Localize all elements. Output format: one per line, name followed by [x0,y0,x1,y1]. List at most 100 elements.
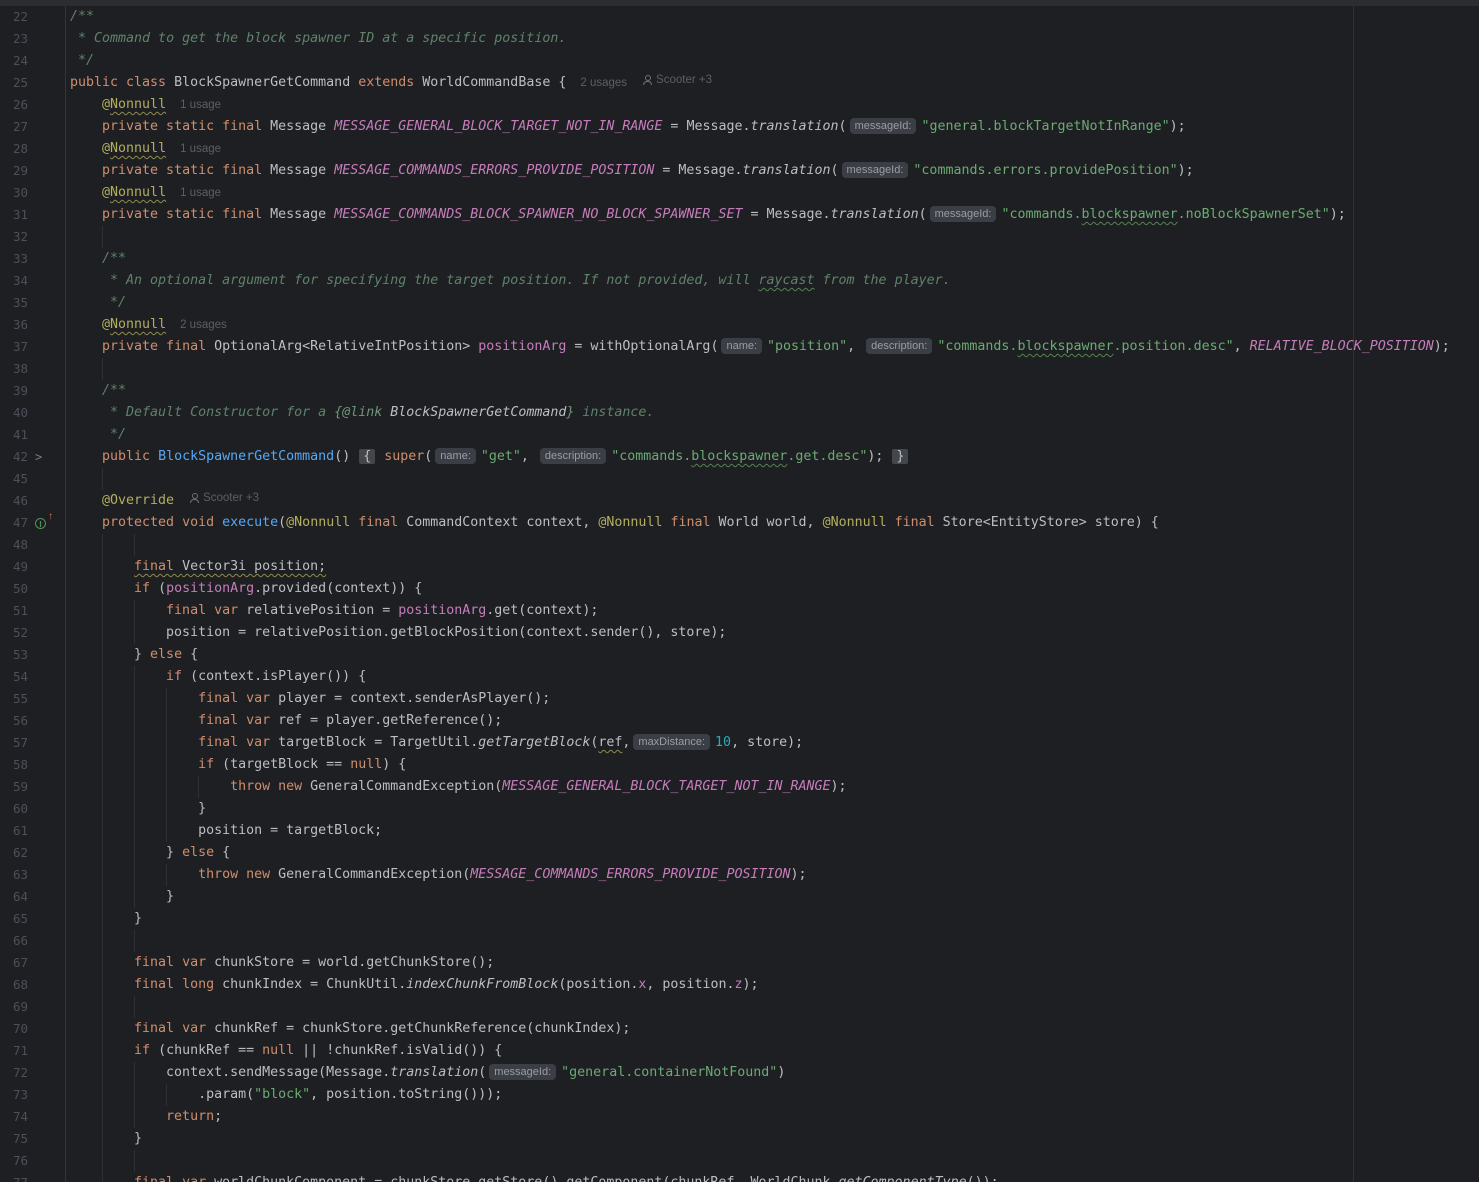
indent-guide [70,688,102,710]
indent-guide [134,930,166,952]
code-line[interactable]: 32 [0,226,1479,248]
code-line[interactable]: 61 position = targetBlock; [0,820,1479,842]
code-line[interactable]: 28 @Nonnull1 usage [0,138,1479,160]
code-line[interactable]: 52 position = relativePosition.getBlockP… [0,622,1479,644]
code-line[interactable]: 24 */ [0,50,1479,72]
overriding-method-icon[interactable]: I↑ [35,515,52,532]
code-line[interactable]: 25public class BlockSpawnerGetCommand ex… [0,72,1479,94]
gutter: 26 [0,94,66,116]
line-number: 23 [0,28,28,50]
line-number: 38 [0,358,28,380]
code-line[interactable]: 53 } else { [0,644,1479,666]
code-line[interactable]: 34 * An optional argument for specifying… [0,270,1479,292]
code-line[interactable]: 56 final var ref = player.getReference()… [0,710,1479,732]
code-line[interactable]: 39 /** [0,380,1479,402]
code-line[interactable]: 66 [0,930,1479,952]
code-line[interactable]: 68 final long chunkIndex = ChunkUtil.ind… [0,974,1479,996]
inlay-hint: description: [866,338,932,354]
code-text: private final OptionalArg<RelativeIntPos… [66,336,1450,358]
usages-hint[interactable]: 1 usage [180,99,221,111]
code-line[interactable]: 41 */ [0,424,1479,446]
code-line[interactable]: 72 context.sendMessage(Message.translati… [0,1062,1479,1084]
code-line[interactable]: 47I↑ protected void execute(@Nonnull fin… [0,512,1479,534]
code-line[interactable]: 29 private static final Message MESSAGE_… [0,160,1479,182]
code-line[interactable]: 42> public BlockSpawnerGetCommand() { su… [0,446,1479,468]
code-token: ( [919,207,927,222]
code-line[interactable]: 31 private static final Message MESSAGE_… [0,204,1479,226]
code-line[interactable]: 35 */ [0,292,1479,314]
fold-arrow-icon[interactable]: > [35,446,42,468]
code-line[interactable]: 36 @Nonnull2 usages [0,314,1479,336]
code-line[interactable]: 58 if (targetBlock == null) { [0,754,1479,776]
indent-guide [70,160,102,182]
code-line[interactable]: 76 [0,1150,1479,1172]
code-line[interactable]: 40 * Default Constructor for a {@link Bl… [0,402,1479,424]
indent-guide [102,1172,134,1182]
code-token: Message [270,207,334,222]
code-line[interactable]: 57 final var targetBlock = TargetUtil.ge… [0,732,1479,754]
code-line[interactable]: 49 final Vector3i position; [0,556,1479,578]
code-text: final var relativePosition = positionArg… [66,600,598,622]
code-line[interactable]: 22/** [0,6,1479,28]
code-token: , [847,339,863,354]
code-author-hint[interactable]: Scooter +3 [643,74,712,86]
code-line[interactable]: 48 [0,534,1479,556]
indent-guide [70,380,102,402]
folded-region[interactable]: { [359,449,375,464]
gutter: 52 [0,622,66,644]
code-text: */ [66,424,126,446]
usages-hint[interactable]: 2 usages [580,77,627,89]
code-line[interactable]: 69 [0,996,1479,1018]
code-line[interactable]: 38 [0,358,1479,380]
code-line[interactable]: 30 @Nonnull1 usage [0,182,1479,204]
code-author-hint[interactable]: Scooter +3 [190,492,259,504]
code-token: ); [1178,163,1194,178]
code-line[interactable]: 59 throw new GeneralCommandException(MES… [0,776,1479,798]
gutter: 56 [0,710,66,732]
code-text [66,996,166,1018]
code-line[interactable]: 65 } [0,908,1479,930]
code-line[interactable]: 67 final var chunkStore = world.getChunk… [0,952,1479,974]
code-line[interactable]: 60 } [0,798,1479,820]
code-line[interactable]: 46 @OverrideScooter +3 [0,490,1479,512]
gutter: 22 [0,6,66,28]
code-line[interactable]: 64 } [0,886,1479,908]
usages-hint[interactable]: 1 usage [180,143,221,155]
code-line[interactable]: 23 * Command to get the block spawner ID… [0,28,1479,50]
code-line[interactable]: 63 throw new GeneralCommandException(MES… [0,864,1479,886]
code-line[interactable]: 33 /** [0,248,1479,270]
usages-hint[interactable]: 2 usages [180,319,227,331]
code-token: CommandContext context, [406,515,598,530]
code-line[interactable]: 70 final var chunkRef = chunkStore.getCh… [0,1018,1479,1040]
code-line[interactable]: 71 if (chunkRef == null || !chunkRef.isV… [0,1040,1479,1062]
code-line[interactable]: 50 if (positionArg.provided(context)) { [0,578,1479,600]
gutter: 68 [0,974,66,996]
gutter: 28 [0,138,66,160]
folded-region[interactable]: } [892,449,908,464]
code-line[interactable]: 62 } else { [0,842,1479,864]
indent-guide [134,666,166,688]
editor-pane[interactable]: 22/**23 * Command to get the block spawn… [0,6,1479,1182]
usages-hint[interactable]: 1 usage [180,187,221,199]
code-token: return [166,1109,214,1124]
code-line[interactable]: 51 final var relativePosition = position… [0,600,1479,622]
code-token: context.sendMessage(Message. [166,1065,390,1080]
code-line[interactable]: 54 if (context.isPlayer()) { [0,666,1479,688]
code-token: ) { [382,757,406,772]
code-token: throw new [198,867,278,882]
code-line[interactable]: 45 [0,468,1479,490]
code-line[interactable]: 27 private static final Message MESSAGE_… [0,116,1479,138]
indent-guide [102,468,134,490]
code-line[interactable]: 75 } [0,1128,1479,1150]
code-line[interactable]: 37 private final OptionalArg<RelativeInt… [0,336,1479,358]
code-line[interactable]: 74 return; [0,1106,1479,1128]
line-number: 32 [0,226,28,248]
indent-guide [70,358,102,380]
code-line[interactable]: 73 .param("block", position.toString()))… [0,1084,1479,1106]
code-line[interactable]: 77 final var worldChunkComponent = chunk… [0,1172,1479,1182]
code-token: (context.isPlayer()) { [190,669,366,684]
indent-guide [70,1062,102,1084]
code-line[interactable]: 55 final var player = context.senderAsPl… [0,688,1479,710]
code-line[interactable]: 26 @Nonnull1 usage [0,94,1479,116]
indent-guide [102,908,134,930]
